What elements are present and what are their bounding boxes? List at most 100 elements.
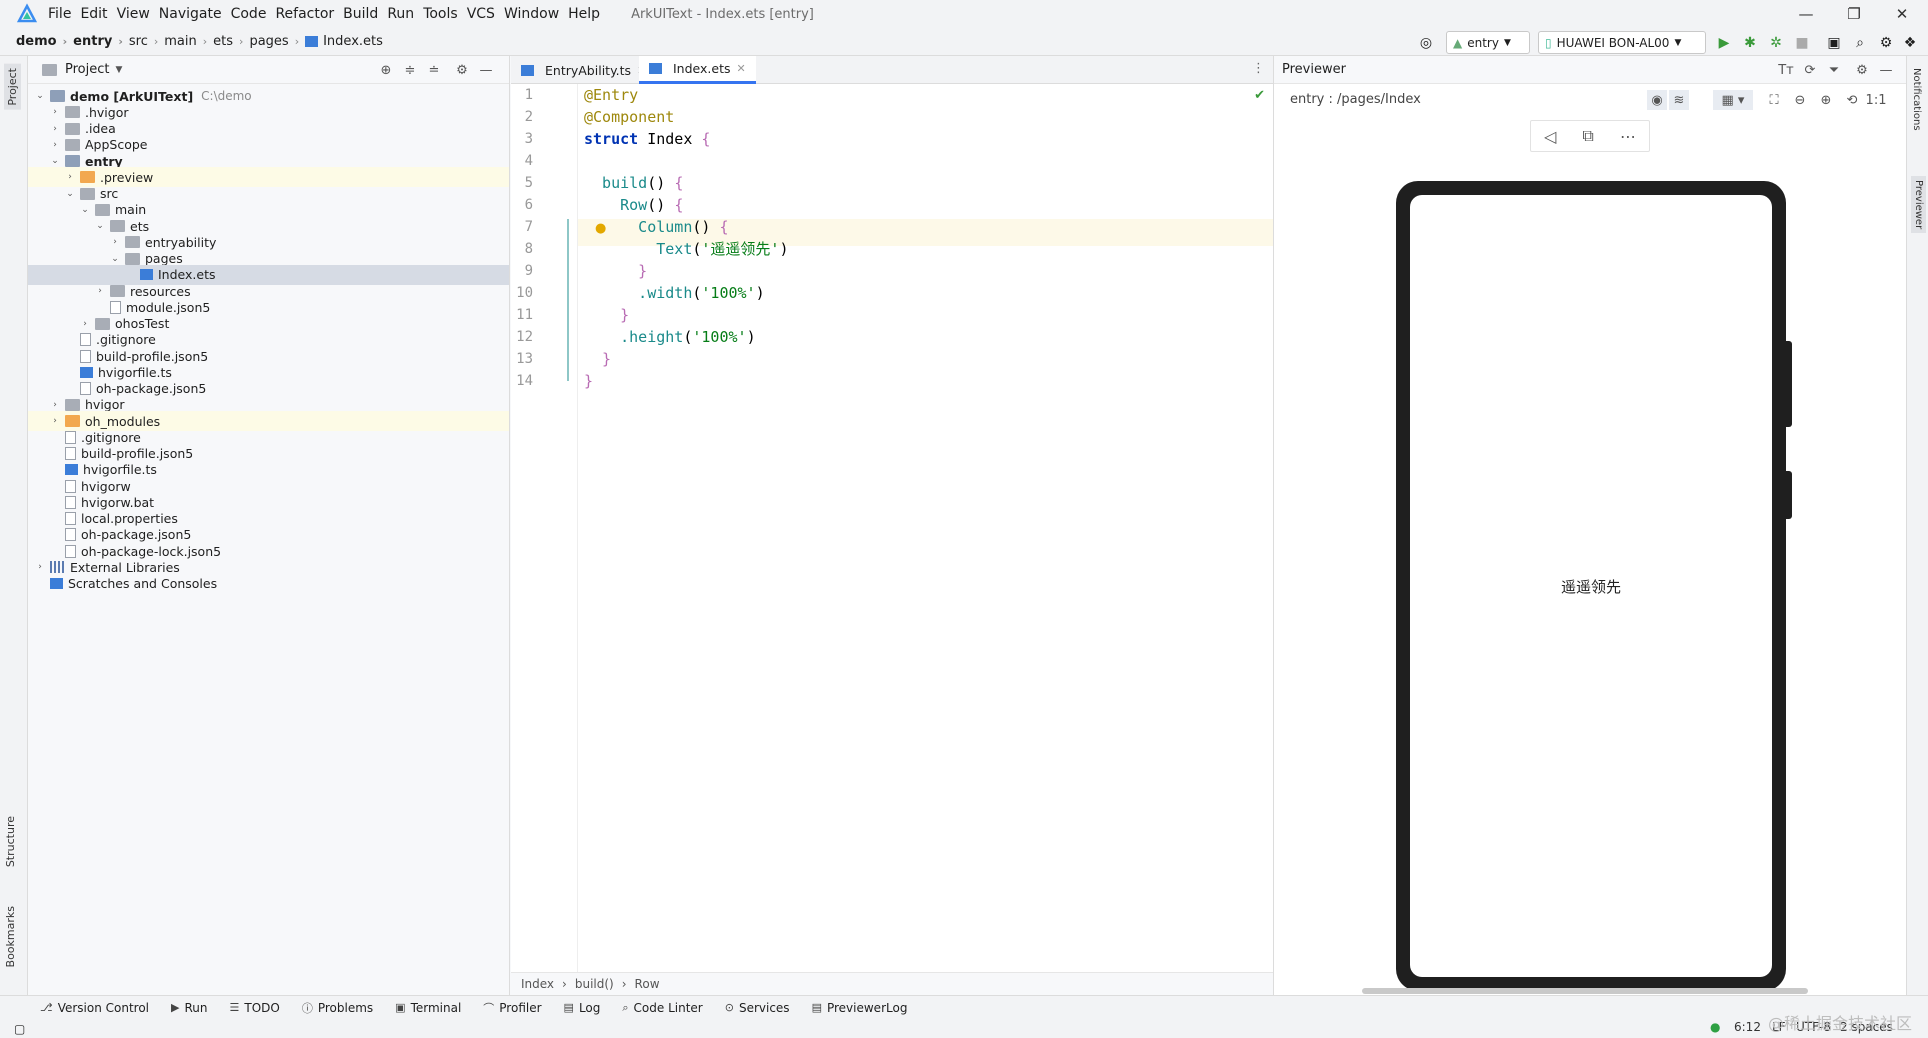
assistant-icon[interactable]: ❖: [1900, 33, 1920, 53]
bookmarks-tool-tab[interactable]: Bookmarks: [4, 906, 17, 967]
code-line[interactable]: struct Index {: [584, 126, 710, 153]
bottom-tab-terminal[interactable]: ▣ Terminal: [395, 1001, 461, 1015]
target-icon[interactable]: ◎: [1416, 33, 1436, 53]
editor-breadcrumb-item[interactable]: Index: [521, 977, 554, 991]
actual-size-button[interactable]: 1:1: [1866, 90, 1887, 110]
stop-icon[interactable]: ■: [1792, 33, 1812, 53]
bottom-tab-todo[interactable]: ☰ TODO: [230, 1001, 280, 1015]
chevron-right-icon[interactable]: ›: [64, 172, 76, 182]
menu-help[interactable]: Help: [568, 6, 600, 22]
device-manager-icon[interactable]: ▣: [1824, 33, 1844, 53]
menu-build[interactable]: Build: [343, 6, 378, 22]
chevron-down-icon[interactable]: ⌄: [34, 91, 46, 101]
refresh-icon[interactable]: ⟳: [1800, 60, 1820, 80]
previewer-scrollbar[interactable]: [1362, 988, 1808, 994]
chevron-right-icon[interactable]: ›: [79, 319, 91, 329]
project-tool-tab[interactable]: Project: [4, 64, 21, 110]
bottom-tab-services[interactable]: ⊙ Services: [725, 1001, 790, 1015]
menu-refactor[interactable]: Refactor: [275, 6, 334, 22]
menu-code[interactable]: Code: [231, 6, 267, 22]
maximize-button[interactable]: ❐: [1830, 0, 1878, 28]
breadcrumb-item[interactable]: main ›: [164, 34, 213, 49]
menu-view[interactable]: View: [117, 6, 150, 22]
rotate-icon[interactable]: ⟲: [1842, 90, 1862, 110]
zoom-out-icon[interactable]: ⊖: [1790, 90, 1810, 110]
breadcrumb-item[interactable]: demo ›: [16, 34, 73, 49]
chevron-right-icon[interactable]: ›: [49, 124, 61, 134]
chevron-right-icon[interactable]: ›: [109, 237, 121, 247]
structure-tool-tab[interactable]: Structure: [4, 816, 17, 867]
lightbulb-icon[interactable]: ●: [595, 221, 606, 236]
layers-icon[interactable]: ≋: [1669, 90, 1689, 110]
menu-edit[interactable]: Edit: [80, 6, 107, 22]
device-select[interactable]: ▯ HUAWEI BON-AL00 ▼: [1538, 31, 1706, 54]
inspector-icon[interactable]: ◉: [1647, 90, 1667, 110]
chevron-down-icon[interactable]: ⌄: [49, 156, 61, 166]
chevron-right-icon[interactable]: ›: [49, 416, 61, 426]
hide-panel-icon[interactable]: —: [476, 60, 496, 80]
code-editor[interactable]: 1 2 3 4 5 6 7 8 9 10 11 12 13 14 @Entry @Component stru…: [511, 84, 1273, 972]
editor-breadcrumb-item[interactable]: build(): [575, 977, 614, 991]
bottom-tab-previewerlog[interactable]: ▤ PreviewerLog: [812, 1001, 908, 1015]
collapse-all-icon[interactable]: ≐: [424, 60, 444, 80]
fit-screen-icon[interactable]: ⛶: [1764, 90, 1784, 110]
chevron-down-icon[interactable]: ⌄: [94, 221, 106, 231]
project-panel-title[interactable]: Project: [65, 62, 109, 77]
font-size-icon[interactable]: Tт: [1776, 60, 1796, 80]
run-icon[interactable]: ▶: [1714, 33, 1734, 53]
tab-index[interactable]: Index.ets ✕: [639, 56, 756, 84]
locate-icon[interactable]: ⊕: [376, 60, 396, 80]
gear-icon[interactable]: ⚙: [1852, 60, 1872, 80]
chevron-down-icon[interactable]: ⌄: [79, 205, 91, 215]
chevron-right-icon[interactable]: ›: [49, 107, 61, 117]
tab-entryability[interactable]: EntryAbility.ts ✕: [511, 56, 656, 84]
close-button[interactable]: ✕: [1878, 0, 1926, 28]
menu-tools[interactable]: Tools: [423, 6, 458, 22]
gear-icon[interactable]: ⚙: [452, 60, 472, 80]
chevron-down-icon[interactable]: ⌄: [109, 254, 121, 264]
breadcrumb-item[interactable]: pages ›: [249, 34, 305, 49]
module-select[interactable]: ▲ entry ▼: [1446, 31, 1530, 54]
bottom-tab-version-control[interactable]: ⎇ Version Control: [40, 1001, 149, 1015]
search-icon[interactable]: ⌕: [1850, 33, 1870, 53]
more-options-icon[interactable]: ⋮: [1252, 61, 1265, 76]
gear-icon[interactable]: ⚙: [1876, 33, 1896, 53]
caret-position[interactable]: 6:12: [1734, 1020, 1761, 1034]
breadcrumb-item[interactable]: Index.ets: [305, 34, 383, 49]
layout-icon[interactable]: ▢: [14, 1022, 25, 1036]
menu-window[interactable]: Window: [504, 6, 559, 22]
breadcrumb-item[interactable]: entry ›: [73, 34, 129, 49]
bottom-tab-profiler[interactable]: ⌒ Profiler: [483, 1000, 541, 1016]
menu-file[interactable]: File: [48, 6, 71, 22]
fold-icon[interactable]: ⧉: [1582, 126, 1593, 146]
notifications-tool-tab[interactable]: Notifications: [1911, 68, 1922, 131]
bottom-tab-run[interactable]: ▶ Run: [171, 1001, 207, 1015]
attach-debugger-icon[interactable]: ✲: [1766, 33, 1786, 53]
minimize-button[interactable]: —: [1782, 0, 1830, 28]
bottom-tab-log[interactable]: ▤ Log: [564, 1001, 601, 1015]
breadcrumb-item[interactable]: ets ›: [213, 34, 249, 49]
menu-vcs[interactable]: VCS: [467, 6, 495, 22]
close-icon[interactable]: ✕: [737, 62, 746, 75]
editor-breadcrumb-item[interactable]: Row: [635, 977, 660, 991]
zoom-in-icon[interactable]: ⊕: [1816, 90, 1836, 110]
filter-icon[interactable]: ⏷: [1824, 60, 1844, 80]
tree-item[interactable]: Scratches and Consoles: [28, 574, 509, 594]
multi-device-icon[interactable]: ▦ ▾: [1713, 90, 1753, 110]
chevron-down-icon[interactable]: ⌄: [64, 189, 76, 199]
bottom-tab-code-linter[interactable]: ⌕ Code Linter: [622, 1001, 702, 1015]
bottom-tab-problems[interactable]: ⓘ Problems: [302, 1000, 373, 1016]
back-icon[interactable]: ◁: [1544, 127, 1556, 146]
more-icon[interactable]: ⋯: [1620, 127, 1636, 146]
chevron-right-icon[interactable]: ›: [49, 400, 61, 410]
chevron-right-icon[interactable]: ›: [49, 140, 61, 150]
chevron-down-icon[interactable]: ▼: [115, 65, 122, 75]
breadcrumb-item[interactable]: src ›: [129, 34, 164, 49]
previewer-tool-tab[interactable]: Previewer: [1911, 176, 1926, 234]
device-screen[interactable]: 遥遥领先: [1410, 195, 1772, 977]
expand-all-icon[interactable]: ≑: [400, 60, 420, 80]
menu-navigate[interactable]: Navigate: [159, 6, 222, 22]
chevron-right-icon[interactable]: ›: [34, 562, 46, 572]
debug-icon[interactable]: ✱: [1740, 33, 1760, 53]
hide-panel-icon[interactable]: —: [1876, 60, 1896, 80]
